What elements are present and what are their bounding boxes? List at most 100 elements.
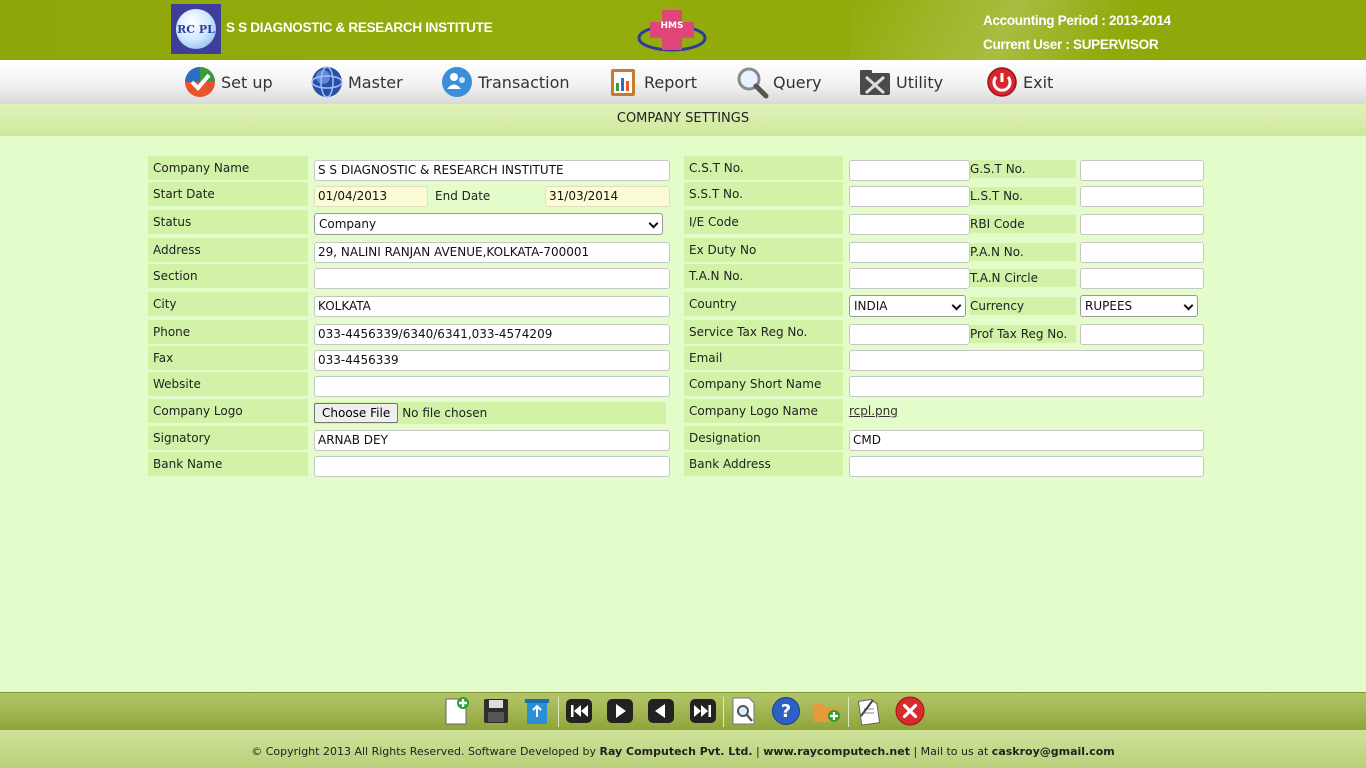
help-button[interactable]: ?	[769, 694, 803, 728]
menu-setup-label: Set up	[221, 72, 273, 92]
svg-text:?: ?	[781, 701, 791, 722]
country-select[interactable]: INDIA	[849, 295, 966, 317]
address-label: Address	[148, 238, 308, 262]
ie-code-field[interactable]	[849, 214, 970, 235]
service-tax-reg-label: Service Tax Reg No.	[684, 320, 843, 344]
menu-query-label: Query	[773, 72, 822, 92]
search-icon	[732, 697, 755, 725]
new-record-button[interactable]	[439, 694, 473, 728]
search-button[interactable]	[727, 694, 761, 728]
rbi-code-field[interactable]	[1080, 214, 1204, 235]
menu-transaction[interactable]: Transaction	[440, 64, 570, 100]
signatory-field[interactable]: ARNAB DEY	[314, 430, 670, 451]
ie-code-label: I/E Code	[684, 210, 843, 234]
prof-tax-reg-field[interactable]	[1080, 324, 1204, 345]
company-short-name-field[interactable]	[849, 376, 1204, 397]
menu-report[interactable]: Report	[606, 64, 697, 100]
company-logo-label: Company Logo	[148, 399, 308, 423]
phone-field[interactable]: 033-4456339/6340/6341,033-4574209	[314, 324, 670, 345]
sst-no-label: S.S.T No.	[684, 182, 843, 206]
new-icon	[445, 697, 469, 725]
gst-no-field[interactable]	[1080, 160, 1204, 181]
notes-button[interactable]	[852, 694, 886, 728]
address-field[interactable]: 29, NALINI RANJAN AVENUE,KOLKATA-700001	[314, 242, 670, 263]
toolbar-divider	[558, 697, 559, 727]
lst-no-field[interactable]	[1080, 186, 1204, 207]
first-record-button[interactable]	[562, 694, 596, 728]
menu-utility[interactable]: Utility	[858, 64, 943, 100]
start-date-field[interactable]: 01/04/2013	[314, 186, 428, 207]
city-field[interactable]: KOLKATA	[314, 296, 670, 317]
section-label: Section	[148, 264, 308, 288]
menu-query[interactable]: Query	[735, 64, 822, 100]
menu-exit-label: Exit	[1023, 72, 1054, 92]
current-user: Current User : SUPERVISOR	[983, 37, 1159, 52]
last-record-icon	[690, 699, 716, 723]
tan-no-field[interactable]	[849, 268, 970, 289]
menu-utility-label: Utility	[896, 72, 944, 92]
page-title: COMPANY SETTINGS	[0, 104, 1366, 136]
logo-emblem: RC PL	[176, 9, 216, 49]
open-folder-button[interactable]	[810, 694, 844, 728]
company-logo-name-label: Company Logo Name	[684, 399, 843, 423]
pan-no-field[interactable]	[1080, 242, 1204, 263]
toolbar-divider	[848, 697, 849, 727]
chevron-down-icon	[1183, 300, 1194, 311]
company-name-field[interactable]: S S DIAGNOSTIC & RESEARCH INSTITUTE	[314, 160, 670, 181]
designation-field[interactable]: CMD	[849, 430, 1204, 451]
service-tax-reg-field[interactable]	[849, 324, 970, 345]
section-field[interactable]	[314, 268, 670, 289]
delete-button[interactable]	[520, 694, 554, 728]
next-button[interactable]	[603, 694, 637, 728]
footer-website-link[interactable]: www.raycomputech.net	[763, 745, 910, 758]
cst-no-label: C.S.T No.	[684, 156, 843, 180]
tan-circle-field[interactable]	[1080, 268, 1204, 289]
gst-no-label: G.S.T No.	[970, 160, 1076, 178]
country-label: Country	[684, 292, 843, 316]
menu-setup[interactable]: Set up	[183, 64, 273, 100]
currency-select[interactable]: RUPEES	[1080, 295, 1198, 317]
globe-icon	[311, 66, 343, 98]
chevron-down-icon	[648, 218, 659, 229]
fax-field[interactable]: 033-4456339	[314, 350, 670, 371]
power-icon	[987, 67, 1017, 97]
footer-mail-text: | Mail to us at	[909, 745, 992, 758]
last-record-button[interactable]	[686, 694, 720, 728]
website-field[interactable]	[314, 376, 670, 397]
company-logo: RC PL	[171, 4, 221, 54]
bank-name-field[interactable]	[314, 456, 670, 477]
menu-master[interactable]: Master	[310, 64, 403, 100]
rbi-code-label: RBI Code	[970, 215, 1076, 233]
email-field[interactable]	[849, 350, 1204, 371]
checkmark-icon	[185, 67, 215, 97]
bank-name-label: Bank Name	[148, 452, 308, 476]
status-select[interactable]: Company	[314, 213, 663, 235]
hms-logo-text: HMS	[661, 21, 684, 31]
previous-button[interactable]	[644, 694, 678, 728]
ex-duty-no-field[interactable]	[849, 242, 970, 263]
report-icon	[611, 69, 635, 96]
footer-email-link[interactable]: caskroy@gmail.com	[992, 745, 1115, 758]
close-button[interactable]	[893, 694, 927, 728]
save-button[interactable]	[479, 694, 513, 728]
end-date-field[interactable]: 31/03/2014	[545, 186, 670, 207]
page-footer: © Copyright 2013 All Rights Reserved. So…	[0, 730, 1366, 768]
save-icon	[484, 699, 508, 723]
menu-exit[interactable]: Exit	[985, 64, 1053, 100]
magnifier-icon	[737, 67, 769, 99]
company-logo-name-link[interactable]: rcpl.png	[849, 404, 898, 418]
accounting-period: Accounting Period : 2013-2014	[983, 13, 1171, 28]
bank-address-field[interactable]	[849, 456, 1204, 477]
tools-icon	[860, 70, 890, 95]
help-icon: ?	[772, 697, 800, 725]
sst-no-field[interactable]	[849, 186, 970, 207]
website-label: Website	[148, 372, 308, 396]
menu-report-label: Report	[644, 72, 698, 92]
cst-no-field[interactable]	[849, 160, 970, 181]
signatory-label: Signatory	[148, 426, 308, 450]
lst-no-label: L.S.T No.	[970, 187, 1076, 205]
notes-icon	[857, 699, 881, 726]
choose-file-button[interactable]: Choose File	[314, 403, 399, 423]
pan-no-label: P.A.N No.	[970, 243, 1076, 261]
previous-icon	[648, 699, 674, 723]
